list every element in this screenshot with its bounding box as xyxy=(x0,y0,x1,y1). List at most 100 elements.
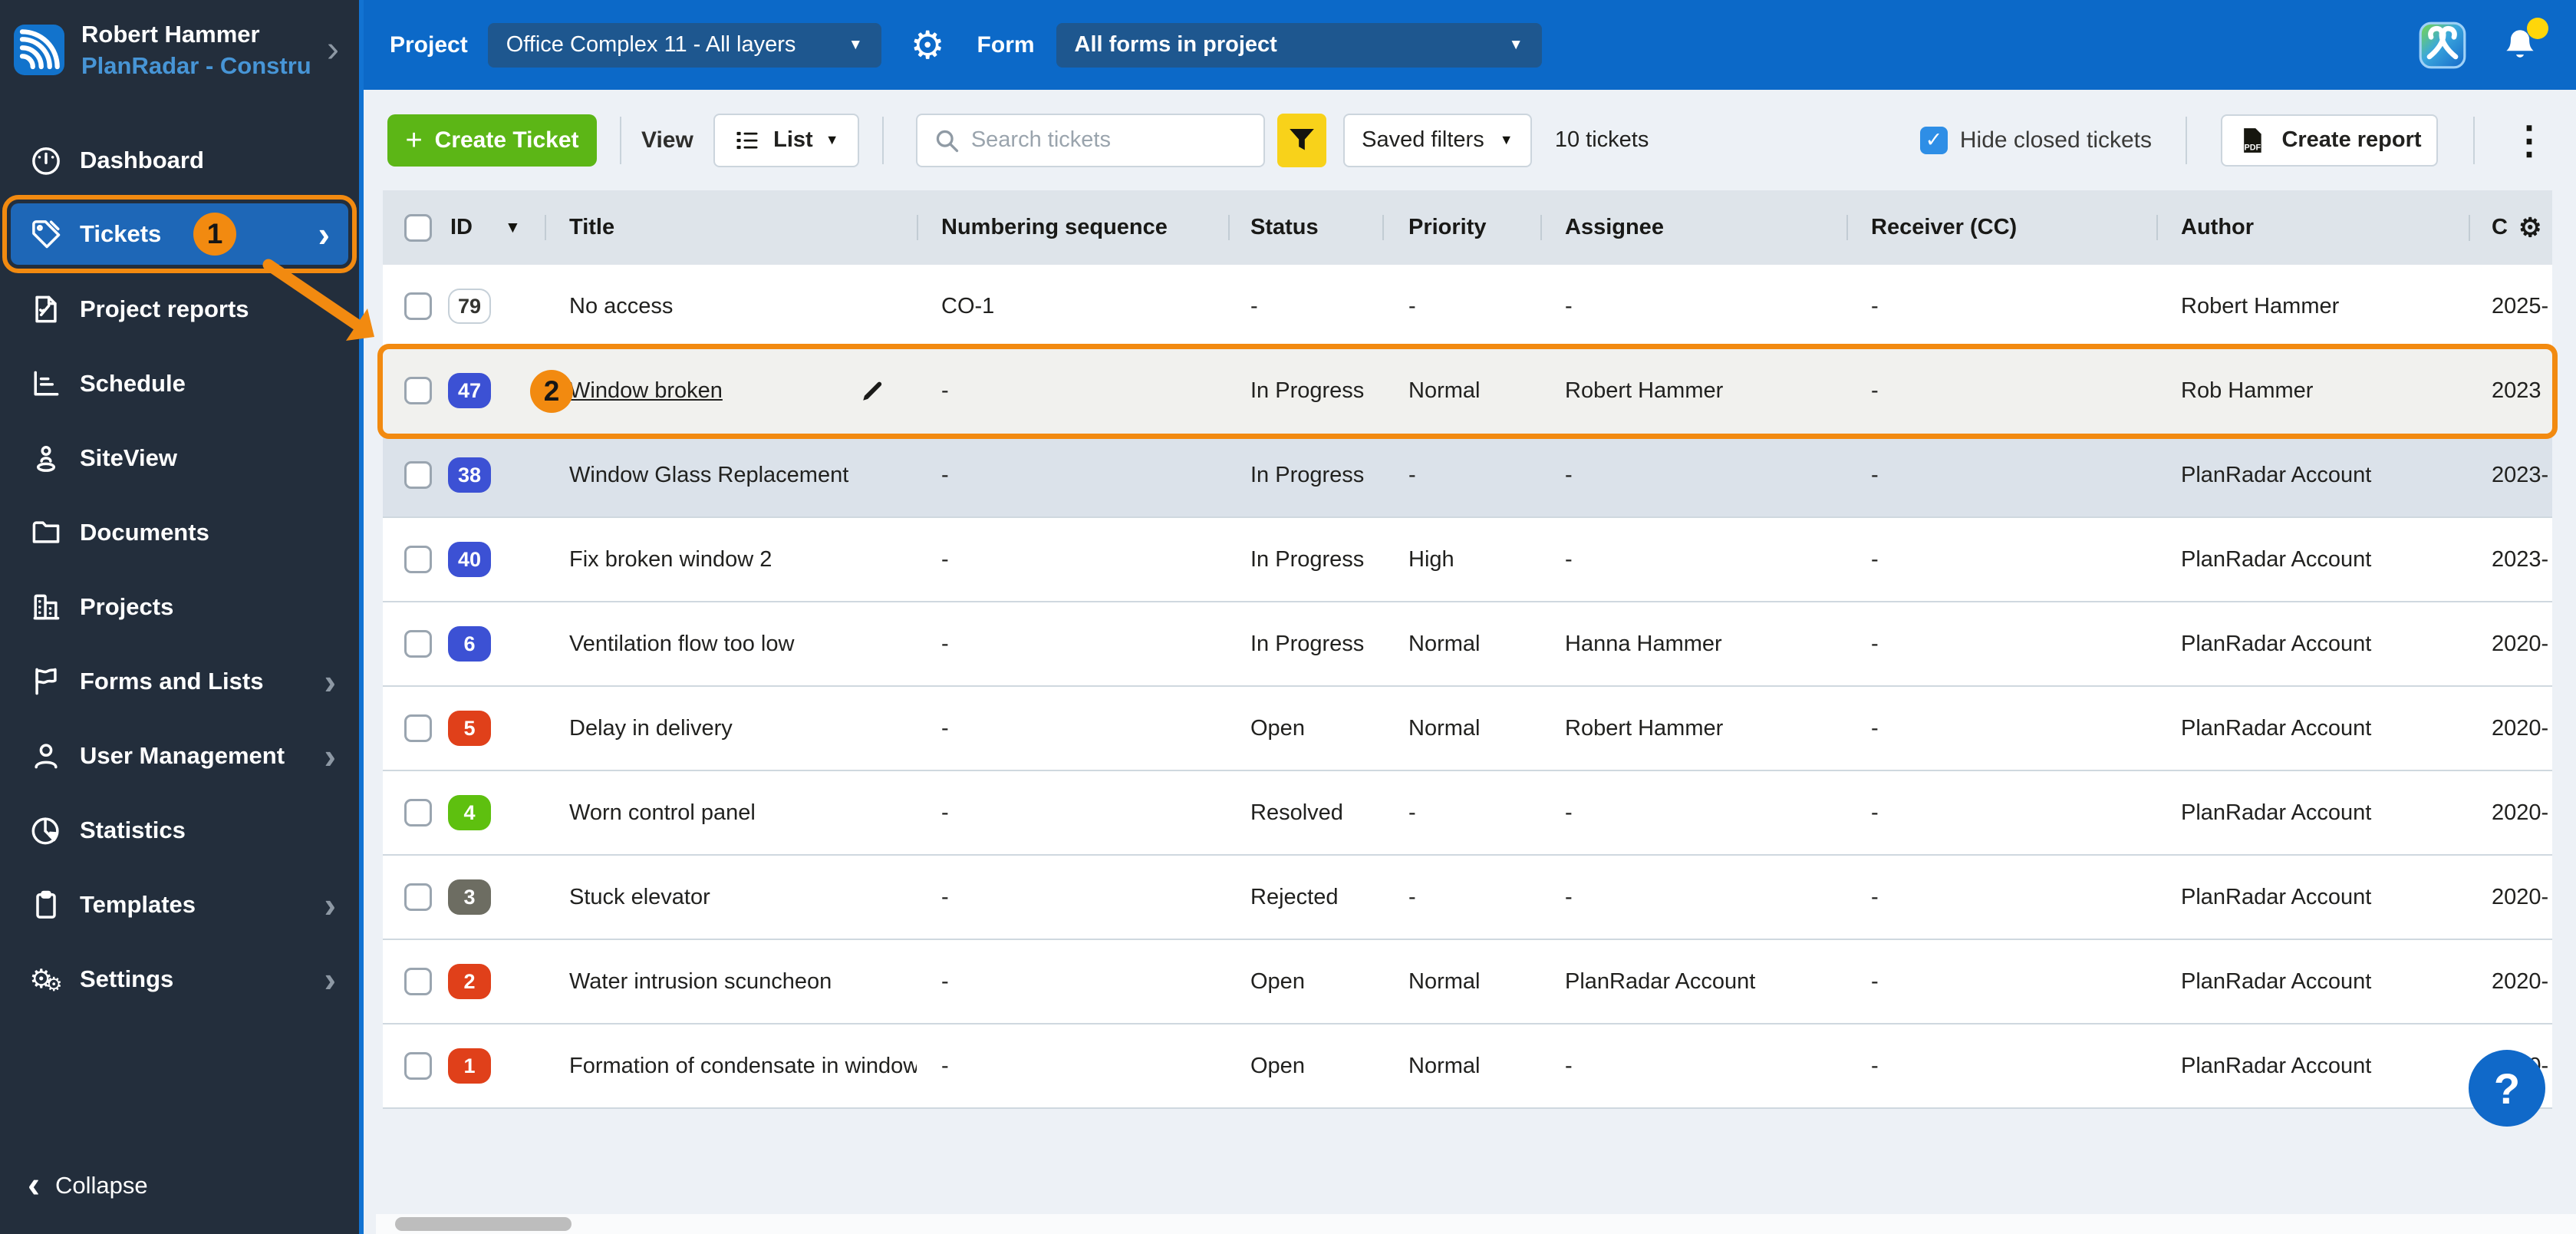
ticket-row[interactable]: 40 Fix broken window 2 - In Progress High - - P… xyxy=(383,518,2552,602)
sidebar-item-settings[interactable]: ⚙ ⚙ Settings › xyxy=(0,942,359,1016)
ticket-title[interactable]: Stuck elevator xyxy=(569,885,710,910)
ticket-priority-cell: - xyxy=(1408,293,1416,318)
search-icon xyxy=(933,127,960,154)
ticket-title[interactable]: Ventilation flow too low xyxy=(569,632,794,657)
select-all-checkbox[interactable] xyxy=(404,213,432,242)
sidebar-item-forms-and-lists[interactable]: Forms and Lists › xyxy=(0,644,359,718)
row-checkbox[interactable] xyxy=(404,377,432,404)
sidebar-item-tickets[interactable]: Tickets 1 › xyxy=(2,195,357,273)
row-checkbox-cell xyxy=(383,377,444,404)
siteview-icon xyxy=(29,441,63,475)
ticket-title-cell: Fix broken window 2 xyxy=(545,547,917,572)
ticket-title[interactable]: Window broken xyxy=(569,378,723,404)
hide-closed-checkbox[interactable]: ✓ xyxy=(1919,126,1948,154)
edit-pencil-icon[interactable] xyxy=(860,378,886,404)
row-checkbox[interactable] xyxy=(404,883,432,911)
ticket-id-badge: 3 xyxy=(448,879,491,915)
column-header-title[interactable]: Title xyxy=(545,215,917,240)
row-checkbox[interactable] xyxy=(404,799,432,827)
ticket-title[interactable]: No access xyxy=(569,294,673,319)
form-dropdown-value: All forms in project xyxy=(1074,32,1277,57)
create-ticket-label: Create Ticket xyxy=(434,127,579,153)
sidebar-item-project-reports[interactable]: Project reports xyxy=(0,272,359,346)
search-input[interactable]: Search tickets xyxy=(915,113,1265,167)
table-body: 79 No access CO-1 - - - - Robert Hammer 2025- 47 2… xyxy=(383,265,2552,1109)
collapse-button[interactable]: ‹ Collapse xyxy=(0,1164,359,1234)
ticket-row[interactable]: 1 Formation of condensate in window - Open N… xyxy=(383,1024,2552,1109)
saved-filters-dropdown[interactable]: Saved filters ▼ xyxy=(1342,113,1532,167)
sidebar-item-schedule[interactable]: Schedule xyxy=(0,346,359,421)
divider xyxy=(2473,116,2475,164)
ticket-title[interactable]: Fix broken window 2 xyxy=(569,547,772,572)
project-label: Project xyxy=(390,31,468,58)
ticket-priority-cell: Normal xyxy=(1408,631,1481,656)
hide-closed-label[interactable]: Hide closed tickets xyxy=(1960,127,2152,153)
row-checkbox-cell xyxy=(383,461,444,489)
sidebar-item-user-management[interactable]: User Management › xyxy=(0,718,359,793)
ticket-row[interactable]: 4 Worn control panel - Resolved - - - PlanRadar… xyxy=(383,771,2552,856)
projects-icon xyxy=(29,590,63,624)
sidebar-item-siteview[interactable]: SiteView xyxy=(0,421,359,495)
ticket-id-cell: 1 xyxy=(444,1048,545,1084)
sidebar-item-projects[interactable]: Projects xyxy=(0,569,359,644)
column-header-id[interactable]: ID ▼ xyxy=(444,215,545,240)
chevron-left-icon: ‹ xyxy=(28,1165,40,1206)
ticket-numbering-cell: - xyxy=(941,462,949,487)
column-label: Title xyxy=(569,215,615,239)
ticket-title[interactable]: Water intrusion scuncheon xyxy=(569,969,832,995)
ticket-author-cell: Robert Hammer xyxy=(2181,293,2340,318)
ticket-row[interactable]: 79 No access CO-1 - - - - Robert Hammer 2025- xyxy=(383,265,2552,349)
row-checkbox[interactable] xyxy=(404,546,432,573)
row-checkbox[interactable] xyxy=(404,630,432,658)
ticket-row[interactable]: 38 Window Glass Replacement - In Progress - -… xyxy=(383,434,2552,518)
create-report-button[interactable]: PDF Create report xyxy=(2221,114,2438,167)
ticket-assignee-cell: Hanna Hammer xyxy=(1565,631,1722,656)
ticket-row[interactable]: 3 Stuck elevator - Rejected - - - PlanRadar Acc… xyxy=(383,856,2552,940)
sidebar-item-label: User Management xyxy=(80,741,285,769)
ticket-title[interactable]: Worn control panel xyxy=(569,800,756,826)
column-header-numbering-sequence[interactable]: Numbering sequence xyxy=(917,215,1228,240)
ticket-row[interactable]: 2 Water intrusion scuncheon - Open Normal Pla… xyxy=(383,940,2552,1024)
column-header-priority[interactable]: Priority xyxy=(1382,215,1540,240)
column-header-assignee[interactable]: Assignee xyxy=(1540,215,1846,240)
ticket-title[interactable]: Delay in delivery xyxy=(569,716,733,741)
chevron-right-icon: › xyxy=(324,735,336,776)
account-switcher[interactable]: Robert Hammer PlanRadar - Construc... › xyxy=(0,0,359,100)
column-label: Status xyxy=(1250,215,1319,239)
row-checkbox[interactable] xyxy=(404,968,432,995)
column-header-created[interactable]: C ⚙ xyxy=(2469,215,2552,241)
filter-button[interactable] xyxy=(1276,113,1326,167)
ticket-created-cell: 2025- xyxy=(2492,293,2549,318)
project-settings-gear-icon[interactable]: ⚙ xyxy=(911,26,945,64)
create-ticket-button[interactable]: + Create Ticket xyxy=(387,114,597,167)
sidebar-item-statistics[interactable]: Statistics xyxy=(0,793,359,867)
ticket-title[interactable]: Window Glass Replacement xyxy=(569,463,848,488)
sidebar-item-dashboard[interactable]: Dashboard xyxy=(0,123,359,197)
ticket-title[interactable]: Formation of condensate in window xyxy=(569,1054,917,1079)
kebab-menu-icon[interactable]: ⋮ xyxy=(2510,121,2548,160)
column-header-author[interactable]: Author xyxy=(2156,215,2469,240)
form-dropdown[interactable]: All forms in project ▼ xyxy=(1056,22,1542,68)
row-checkbox[interactable] xyxy=(404,461,432,489)
sidebar-item-documents[interactable]: Documents xyxy=(0,495,359,569)
ticket-row[interactable]: 5 Delay in delivery - Open Normal Robert Hamm… xyxy=(383,687,2552,771)
ticket-row[interactable]: 6 Ventilation flow too low - In Progress Nor… xyxy=(383,602,2552,687)
templates-icon xyxy=(29,888,63,922)
sidebar-item-templates[interactable]: Templates › xyxy=(0,867,359,942)
ticket-id-cell: 6 xyxy=(444,626,545,662)
help-button[interactable]: ? xyxy=(2469,1050,2545,1127)
view-mode-dropdown[interactable]: List ▼ xyxy=(713,113,859,167)
column-header-status[interactable]: Status xyxy=(1228,215,1382,240)
row-checkbox[interactable] xyxy=(404,1052,432,1080)
horizontal-scrollbar-thumb[interactable] xyxy=(395,1217,572,1231)
row-checkbox[interactable] xyxy=(404,292,432,320)
column-settings-gear-icon[interactable]: ⚙ xyxy=(2518,215,2541,241)
ticket-author-cell: PlanRadar Account xyxy=(2181,968,2372,994)
planradar-connect-app-icon[interactable] xyxy=(2418,21,2467,70)
notifications-bell-icon[interactable] xyxy=(2501,17,2548,65)
row-checkbox[interactable] xyxy=(404,714,432,742)
column-header-receiver-cc[interactable]: Receiver (CC) xyxy=(1846,215,2156,240)
project-dropdown[interactable]: Office Complex 11 - All layers ▼ xyxy=(487,22,881,68)
column-label: ID xyxy=(450,215,473,239)
ticket-row[interactable]: 47 2 Window broken - In Progress Normal Robert… xyxy=(383,349,2552,434)
